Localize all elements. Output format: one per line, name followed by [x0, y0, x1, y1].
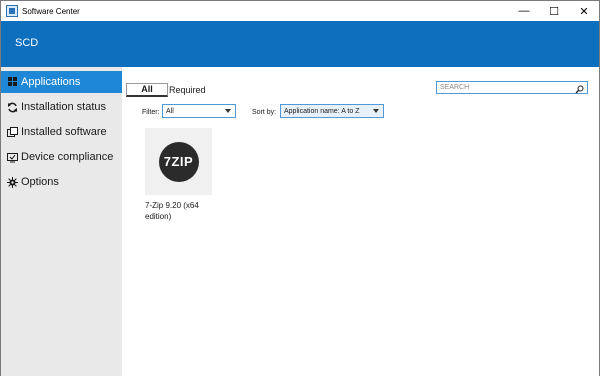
tab-all[interactable]: All — [126, 82, 168, 97]
filter-label: Filter: — [142, 109, 160, 116]
window-controls: — ☐ ✕ — [509, 1, 599, 21]
title-bar: Software Center — ☐ ✕ — [1, 1, 599, 21]
app-name[interactable]: 7-Zip 9.20 (x64 edition) — [145, 200, 217, 222]
refresh-icon — [7, 102, 18, 113]
gear-icon — [7, 176, 18, 188]
app-tabs: All Required — [126, 82, 206, 97]
sidebar: Applications Installation status Install… — [1, 67, 122, 376]
sidebar-item-label: Installation status — [21, 101, 106, 113]
search-input[interactable]: SEARCH — [436, 81, 588, 94]
sidebar-item-device-compliance[interactable]: Device compliance — [1, 146, 122, 168]
sidebar-item-label: Applications — [21, 76, 81, 88]
minimize-button[interactable]: — — [509, 1, 539, 21]
sort-label: Sort by: — [252, 109, 277, 116]
logo-text: 7ZIP — [163, 154, 194, 169]
sort-dropdown[interactable]: Application name: A to Z — [280, 104, 384, 118]
device-compliance-icon — [7, 152, 18, 163]
search-icon[interactable] — [575, 83, 584, 94]
installed-software-icon — [7, 126, 18, 138]
sidebar-item-label: Device compliance — [21, 151, 114, 163]
sidebar-item-installed-software[interactable]: Installed software — [1, 121, 122, 143]
maximize-button[interactable]: ☐ — [539, 1, 569, 21]
close-button[interactable]: ✕ — [569, 1, 599, 21]
tab-required[interactable]: Required — [169, 85, 206, 95]
header-banner: SCD — [1, 21, 599, 67]
sidebar-item-installation-status[interactable]: Installation status — [1, 96, 122, 118]
window-title: Software Center — [22, 6, 80, 16]
sidebar-item-options[interactable]: Options — [1, 171, 122, 193]
filter-value: All — [166, 107, 174, 115]
sidebar-item-label: Installed software — [21, 126, 107, 138]
organization-title: SCD — [15, 37, 39, 49]
software-center-icon — [6, 5, 18, 17]
filter-dropdown[interactable]: All — [162, 104, 236, 118]
main-content: All Required SEARCH Filter: All Sort by:… — [122, 67, 599, 376]
apps-grid-icon — [7, 77, 18, 88]
7zip-logo: 7ZIP — [158, 141, 199, 182]
software-center-window: Software Center — ☐ ✕ SCD Applications I… — [0, 0, 600, 376]
sidebar-item-applications[interactable]: Applications — [1, 71, 122, 93]
chevron-down-icon — [373, 109, 379, 113]
chevron-down-icon — [225, 109, 231, 113]
sidebar-item-label: Options — [21, 176, 59, 188]
sort-value: Application name: A to Z — [284, 107, 360, 115]
app-tile-7zip[interactable]: 7ZIP — [145, 128, 212, 195]
search-placeholder: SEARCH — [440, 84, 470, 91]
